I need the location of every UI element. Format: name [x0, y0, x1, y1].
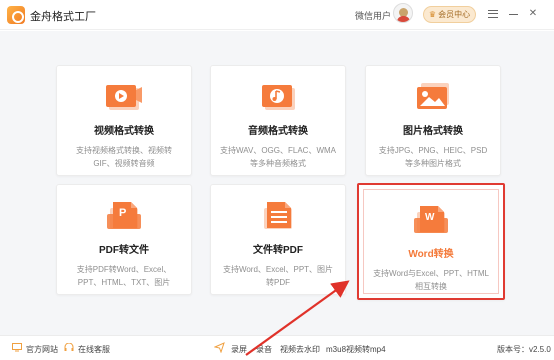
avatar[interactable] [393, 3, 413, 23]
image-icon [413, 80, 453, 112]
title-bar: 金舟格式工厂 微信用户 ♛ 会员中心 ✕ [0, 0, 554, 30]
card-description: 支持Word与Excel、PPT、HTML相互转换 [373, 269, 489, 291]
card-file-to-pdf[interactable]: 文件转PDF 支持Word、Excel、PPT、图片转PDF [210, 184, 346, 295]
card-description: 支持JPG、PNG、HEIC、PSD等多种图片格式 [378, 146, 488, 168]
remove-watermark-link[interactable]: 视频去水印 [280, 344, 320, 355]
card-pdf-to-file[interactable]: P PDF转文件 支持PDF转Word、Excel、PPT、HTML、TXT、图… [56, 184, 192, 295]
menu-button[interactable] [487, 8, 499, 20]
card-description: 支持WAV、OGG、FLAC、WMA等多种音频格式 [220, 146, 336, 168]
version-label: 版本号：v2.5.0 [497, 345, 551, 354]
official-website-link[interactable]: 官方网站 [26, 344, 58, 355]
headset-icon [64, 343, 74, 351]
close-icon: ✕ [528, 8, 538, 19]
card-title: PDF转文件 [99, 245, 149, 256]
minimize-icon [508, 13, 518, 15]
card-description: 支持Word、Excel、PPT、图片转PDF [222, 265, 334, 287]
card-description: 支持视频格式转换、视频转GIF、视频转音频 [76, 146, 172, 168]
word-badge: W [425, 212, 435, 223]
minimize-button[interactable] [507, 8, 519, 20]
document-icon [258, 199, 298, 231]
online-service-link[interactable]: 在线客服 [78, 344, 110, 355]
card-word-convert[interactable]: W Word转换 支持Word与Excel、PPT、HTML相互转换 [357, 183, 505, 300]
screen-record-icon [214, 342, 225, 353]
app-title: 金舟格式工厂 [30, 11, 96, 23]
footer-bar: 官方网站 在线客服 录屏 录音 视频去水印 m3u8视频转mp4 版本号：v2.… [0, 335, 554, 360]
card-title: 图片格式转换 [403, 126, 463, 137]
video-icon [104, 80, 144, 112]
card-image-convert[interactable]: 图片格式转换 支持JPG、PNG、HEIC、PSD等多种图片格式 [365, 65, 501, 176]
main-area: 视频格式转换 支持视频格式转换、视频转GIF、视频转音频 音频格式转换 支持WA… [0, 31, 554, 335]
card-video-convert[interactable]: 视频格式转换 支持视频格式转换、视频转GIF、视频转音频 [56, 65, 192, 176]
word-icon: W [411, 203, 451, 235]
audio-icon [258, 80, 298, 112]
monitor-icon [12, 343, 22, 352]
pdf-icon: P [104, 199, 144, 231]
card-description: 支持PDF转Word、Excel、PPT、HTML、TXT、图片 [76, 265, 172, 287]
vip-center-button[interactable]: ♛ 会员中心 [423, 6, 476, 23]
card-title: Word转换 [408, 249, 454, 260]
menu-icon [488, 10, 498, 18]
pdf-badge: P [119, 207, 127, 219]
card-title: 文件转PDF [253, 245, 303, 256]
audio-record-link[interactable]: 录音 [256, 344, 272, 355]
vip-center-label: 会员中心 [438, 10, 471, 19]
card-title: 视频格式转换 [94, 126, 154, 137]
screen-record-link[interactable]: 录屏 [231, 344, 247, 355]
crown-icon: ♛ [428, 10, 437, 19]
user-name[interactable]: 微信用户 [355, 9, 391, 22]
card-audio-convert[interactable]: 音频格式转换 支持WAV、OGG、FLAC、WMA等多种音频格式 [210, 65, 346, 176]
close-button[interactable]: ✕ [527, 8, 539, 20]
app-logo-icon [7, 6, 25, 24]
m3u8-to-mp4-link[interactable]: m3u8视频转mp4 [326, 344, 386, 355]
card-title: 音频格式转换 [248, 126, 308, 137]
